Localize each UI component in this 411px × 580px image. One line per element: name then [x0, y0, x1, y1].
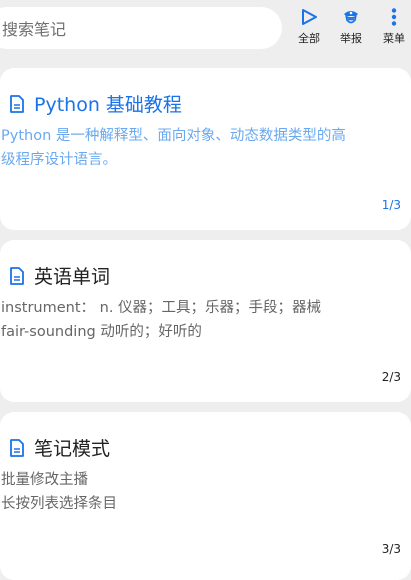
note-title-row: Python 基础教程 [8, 90, 182, 117]
note-card[interactable]: 英语单词 instrument： n. 仪器；工具；乐器；手段；器械 fair-… [0, 240, 411, 402]
document-icon [8, 94, 26, 113]
note-line: fair-sounding 动听的；好听的 [1, 324, 202, 340]
search-placeholder: 搜索笔记 [2, 20, 67, 39]
more-vertical-icon [383, 6, 405, 28]
top-bar: 搜索笔记 全部 举报 菜单 [0, 0, 411, 56]
menu-button[interactable]: 菜单 [377, 6, 411, 50]
note-title-row: 英语单词 [8, 262, 110, 289]
note-line: 级程序设计语言。 [1, 152, 117, 168]
note-line: instrument： n. 仪器；工具；乐器；手段；器械 [1, 300, 322, 316]
note-index: 1/3 [381, 198, 401, 212]
note-title-row: 笔记模式 [8, 434, 110, 461]
report-button-label: 举报 [340, 32, 362, 45]
note-card[interactable]: Python 基础教程 Python 是一种解释型、面向对象、动态数据类型的高 … [0, 68, 411, 230]
note-title: 笔记模式 [34, 438, 111, 460]
note-line: 长按列表选择条目 [1, 496, 117, 512]
note-content: instrument： n. 仪器；工具；乐器；手段；器械 fair-sound… [1, 296, 409, 344]
note-line: 批量修改主播 [1, 472, 88, 488]
police-officer-icon [340, 6, 362, 28]
document-icon [8, 266, 26, 285]
note-card[interactable]: 笔记模式 批量修改主播 长按列表选择条目 3/3 [0, 412, 411, 580]
all-button-label: 全部 [298, 32, 320, 45]
note-index: 3/3 [381, 542, 401, 556]
note-title: Python 基础教程 [34, 94, 182, 116]
report-button[interactable]: 举报 [334, 6, 368, 50]
document-icon [8, 438, 26, 457]
play-triangle-icon [298, 6, 320, 28]
menu-button-label: 菜单 [383, 32, 405, 45]
note-content: 批量修改主播 长按列表选择条目 [1, 468, 409, 516]
note-index: 2/3 [381, 370, 401, 384]
all-button[interactable]: 全部 [292, 6, 326, 50]
note-title: 英语单词 [34, 266, 111, 288]
note-content: Python 是一种解释型、面向对象、动态数据类型的高 级程序设计语言。 [1, 124, 409, 172]
search-input[interactable]: 搜索笔记 [0, 7, 282, 49]
note-line: Python 是一种解释型、面向对象、动态数据类型的高 [1, 128, 346, 144]
